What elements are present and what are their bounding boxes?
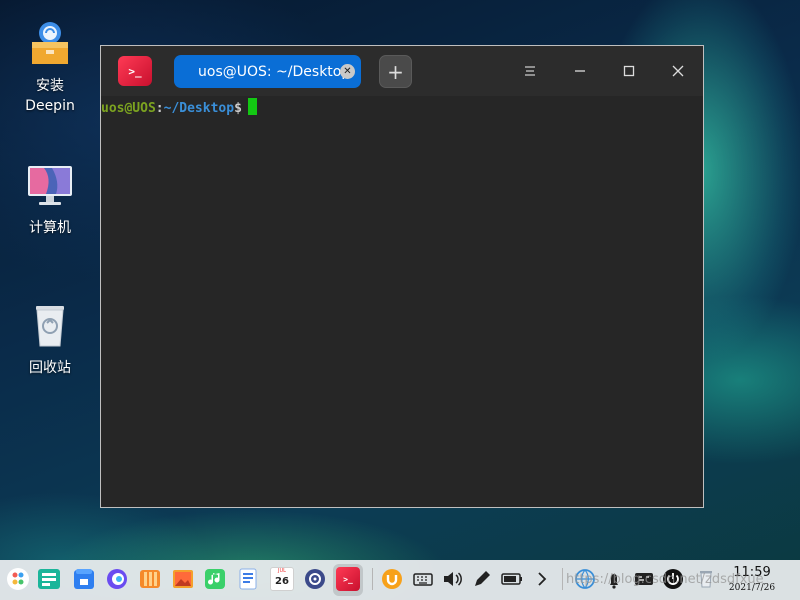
new-tab-button[interactable]: +	[379, 55, 412, 88]
dock-separator	[372, 568, 373, 590]
prompt-path: ~/Desktop	[163, 101, 235, 116]
plus-icon: +	[387, 59, 404, 84]
calendar-day: 26	[275, 576, 289, 587]
browser-icon[interactable]	[105, 567, 129, 591]
watermark-text: https://blog.csdn.net/zdsdfxue	[566, 572, 764, 587]
prompt-colon: :	[155, 101, 164, 116]
menu-icon[interactable]	[520, 61, 540, 81]
trash-bin-icon	[36, 306, 64, 347]
desktop-icon-label: 回收站	[29, 360, 71, 376]
desktop-icon-computer[interactable]: 计算机	[10, 162, 90, 238]
keyboard-icon[interactable]	[411, 567, 435, 591]
terminal-icon[interactable]: >_	[336, 567, 360, 591]
desktop-icon-label-line2: Deepin	[25, 98, 75, 114]
installer-box-icon	[32, 22, 68, 64]
music-icon[interactable]	[203, 567, 227, 591]
close-icon[interactable]	[668, 61, 688, 81]
prompt-user: uos@UOS	[101, 101, 156, 116]
volume-icon[interactable]	[440, 567, 464, 591]
tab-terminal-session[interactable]: uos@UOS: ~/Desktop ✕	[174, 55, 361, 88]
desktop-icon-trash[interactable]: 回收站	[10, 302, 90, 378]
battery-icon[interactable]	[500, 567, 524, 591]
maximize-icon[interactable]	[619, 61, 639, 81]
computer-monitor-icon	[28, 166, 72, 205]
terminal-window: >_ uos@UOS: ~/Desktop ✕ + uos@UOS:~/Desk…	[100, 45, 704, 508]
calendar-icon[interactable]: JUL 26	[270, 567, 294, 591]
prompt-symbol: $	[234, 101, 242, 116]
photos-icon[interactable]	[171, 567, 195, 591]
pen-icon[interactable]	[470, 567, 494, 591]
uos-id-icon[interactable]	[380, 567, 404, 591]
settings-icon[interactable]	[303, 567, 327, 591]
desktop-icon-label: 计算机	[29, 220, 71, 236]
desktop-icon-installer[interactable]: 安装 Deepin	[10, 20, 90, 116]
multitasking-icon[interactable]	[37, 567, 61, 591]
window-titlebar[interactable]: >_ uos@UOS: ~/Desktop ✕ +	[101, 46, 703, 96]
tab-title: uos@UOS: ~/Desktop	[198, 63, 351, 80]
terminal-output[interactable]: uos@UOS:~/Desktop$	[101, 96, 703, 507]
file-manager-icon[interactable]	[138, 567, 162, 591]
dock-separator	[562, 568, 563, 590]
minimize-icon[interactable]	[570, 61, 590, 81]
close-tab-icon[interactable]: ✕	[340, 64, 355, 79]
taskbar-dock: JUL 26 >_ 11:59 2021/7/26 https://blog.c…	[0, 560, 800, 600]
shell-prompt: uos@UOS:~/Desktop$	[101, 98, 257, 116]
text-cursor	[247, 98, 257, 115]
expand-arrow-icon[interactable]	[530, 567, 554, 591]
document-viewer-icon[interactable]	[236, 567, 260, 591]
terminal-icon: >_	[118, 56, 152, 86]
app-store-icon[interactable]	[72, 567, 96, 591]
launcher-icon[interactable]	[6, 567, 30, 591]
desktop-icon-label-line1: 安装	[36, 78, 64, 94]
calendar-month: JUL	[278, 568, 286, 574]
